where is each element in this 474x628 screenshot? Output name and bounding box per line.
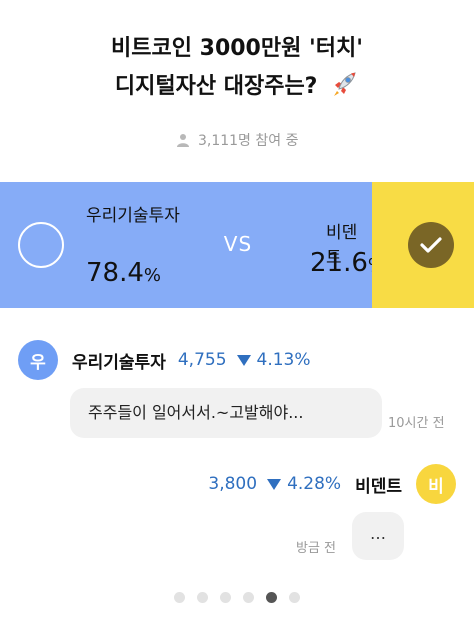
vs-label: VS bbox=[223, 232, 253, 256]
option-left-percent-value: 78.4 bbox=[86, 258, 144, 288]
comment-time: 방금 전 bbox=[296, 541, 337, 556]
poll-title-line2: 디지털자산 대장주는? bbox=[0, 68, 474, 106]
radio-circle-icon[interactable] bbox=[18, 222, 64, 268]
option-right-percent-value: 21.6 bbox=[310, 248, 368, 278]
check-icon[interactable] bbox=[408, 222, 454, 268]
option-left-percent: 78.4% bbox=[86, 258, 161, 288]
stock-change-value: 4.28% bbox=[287, 474, 342, 494]
avatar: 비 bbox=[416, 464, 456, 504]
typing-bubble[interactable]: … bbox=[352, 512, 404, 560]
pagination-dot[interactable] bbox=[197, 592, 208, 603]
pagination-dot[interactable] bbox=[243, 592, 254, 603]
pagination-dot-active[interactable] bbox=[266, 592, 277, 603]
stock-change: 4.28% bbox=[267, 474, 341, 494]
stock-name: 비덴트 bbox=[355, 476, 402, 497]
pagination-dot[interactable] bbox=[174, 592, 185, 603]
pagination-dots bbox=[0, 592, 474, 603]
avatar: 우 bbox=[18, 340, 58, 380]
comment-bubble[interactable]: 주주들이 일어서서.~고발해야... bbox=[70, 388, 382, 438]
rocket-icon bbox=[329, 69, 359, 99]
vote-panel: 우리기술투자 78.4% VS 비덴트 21.6% bbox=[0, 182, 474, 308]
vote-option-left[interactable]: 우리기술투자 78.4% VS 비덴트 21.6% bbox=[0, 182, 385, 308]
stock-price: 3,800 bbox=[208, 474, 258, 494]
down-triangle-icon bbox=[236, 354, 251, 366]
pagination-dot[interactable] bbox=[289, 592, 300, 603]
poll-title: 비트코인 3000만원 '터치' 디지털자산 대장주는? bbox=[0, 30, 474, 106]
stock-row-woori[interactable]: 우 우리기술투자 4,755 4.13% bbox=[18, 340, 311, 380]
stock-name: 우리기술투자 bbox=[72, 352, 166, 373]
down-triangle-icon bbox=[267, 478, 282, 490]
stock-change: 4.13% bbox=[236, 350, 311, 370]
poll-title-line2-text: 디지털자산 대장주는? bbox=[114, 74, 318, 99]
option-left-name: 우리기술투자 bbox=[86, 206, 180, 226]
stock-row-vident[interactable]: 3,800 4.28% 비덴트 비 bbox=[196, 464, 456, 504]
stock-change-value: 4.13% bbox=[256, 350, 311, 370]
person-icon bbox=[176, 133, 190, 147]
comment-time: 10시간 전 bbox=[388, 416, 445, 431]
participant-count: 3,111명 참여 중 bbox=[0, 130, 474, 150]
pagination-dot[interactable] bbox=[220, 592, 231, 603]
stock-price: 4,755 bbox=[177, 350, 227, 370]
participant-count-text: 3,111명 참여 중 bbox=[197, 133, 299, 149]
poll-title-line1: 비트코인 3000만원 '터치' bbox=[111, 36, 363, 61]
option-left-percent-unit: % bbox=[143, 265, 161, 286]
